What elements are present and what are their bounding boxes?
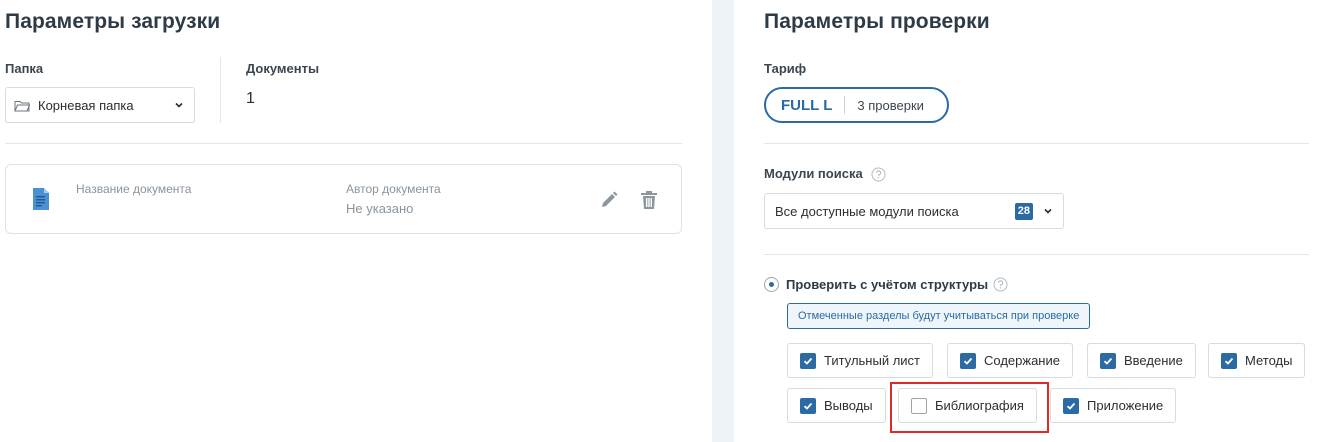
upload-params-panel: Параметры загрузки Папка Корневая папка …	[0, 0, 712, 442]
checkbox[interactable]	[960, 352, 976, 369]
chevron-down-icon	[175, 102, 183, 108]
question-icon[interactable]	[871, 167, 886, 182]
checkmark-icon	[1066, 402, 1076, 410]
modules-select[interactable]: Все доступные модули поиска 28	[764, 193, 1064, 229]
structure-radio[interactable]: Проверить с учётом структуры	[764, 277, 1008, 292]
section-chip-label: Приложение	[1087, 398, 1164, 413]
document-author-value: Не указано	[346, 201, 414, 216]
tariff-selector[interactable]: FULL L 3 проверки	[764, 87, 949, 123]
radio-dot	[769, 282, 774, 287]
document-name-label: Название документа	[76, 182, 192, 196]
modules-count-badge: 28	[1014, 202, 1033, 220]
structure-radio-label: Проверить с учётом структуры	[786, 277, 989, 292]
checkmark-icon	[1224, 357, 1234, 365]
chevron-down-icon	[1044, 208, 1052, 214]
checkbox[interactable]	[1221, 352, 1237, 369]
structure-notice: Отмеченные разделы будут учитываться при…	[787, 303, 1091, 329]
question-icon[interactable]	[993, 277, 1008, 292]
modules-label: Модули поиска	[764, 166, 886, 182]
section-chip-bibliography[interactable]: Библиография	[898, 388, 1037, 423]
checkmark-icon	[963, 357, 973, 365]
modules-label-text: Модули поиска	[764, 166, 863, 181]
check-params-panel: Параметры проверки Тариф FULL L 3 провер…	[734, 0, 1319, 442]
section-divider	[764, 143, 1309, 144]
documents-count: 1	[246, 90, 255, 107]
checkmark-icon	[1103, 357, 1113, 365]
checkbox[interactable]	[1063, 397, 1079, 414]
section-chip-conclusions[interactable]: Выводы	[787, 388, 886, 423]
document-icon	[33, 188, 49, 210]
section-divider	[764, 254, 1309, 255]
checkmark-icon	[803, 402, 813, 410]
section-chip-label: Титульный лист	[824, 353, 921, 368]
tariff-separator	[844, 96, 846, 114]
document-card: Название документа Автор документа Не ук…	[5, 164, 682, 234]
trash-icon[interactable]	[638, 189, 660, 211]
vertical-divider	[220, 57, 221, 123]
section-chip-appendix[interactable]: Приложение	[1050, 388, 1177, 423]
checkbox[interactable]	[1100, 352, 1116, 369]
tariff-name: FULL L	[781, 96, 833, 114]
pencil-icon[interactable]	[598, 189, 620, 211]
section-chip-methods[interactable]: Методы	[1208, 343, 1306, 378]
section-chip-label: Содержание	[984, 353, 1060, 368]
radio-button[interactable]	[764, 277, 779, 292]
tariff-checks: 3 проверки	[857, 97, 924, 113]
check-params-title: Параметры проверки	[764, 10, 990, 33]
section-chip-contents[interactable]: Содержание	[947, 343, 1073, 378]
checkbox[interactable]	[800, 397, 816, 414]
upload-params-title: Параметры загрузки	[5, 10, 221, 33]
folder-select[interactable]: Корневая папка	[5, 87, 195, 123]
folder-select-value: Корневая папка	[38, 97, 134, 113]
folder-icon	[14, 100, 30, 111]
section-chip-label: Методы	[1245, 353, 1293, 368]
checkbox[interactable]	[800, 352, 816, 369]
documents-label: Документы	[246, 61, 320, 76]
section-chip-title-page[interactable]: Титульный лист	[787, 343, 934, 378]
document-author-label: Автор документа	[346, 182, 441, 196]
modules-select-value: Все доступные модули поиска	[775, 203, 959, 219]
section-chip-label: Выводы	[824, 398, 873, 413]
folder-label: Папка	[5, 61, 44, 76]
section-chip-label: Введение	[1124, 353, 1183, 368]
section-chip-introduction[interactable]: Введение	[1087, 343, 1196, 378]
panel-gutter	[712, 0, 734, 442]
tariff-label: Тариф	[764, 61, 807, 76]
section-chip-label: Библиография	[935, 398, 1024, 413]
checkbox[interactable]	[911, 397, 927, 414]
section-divider	[5, 143, 682, 144]
checkmark-icon	[803, 357, 813, 365]
